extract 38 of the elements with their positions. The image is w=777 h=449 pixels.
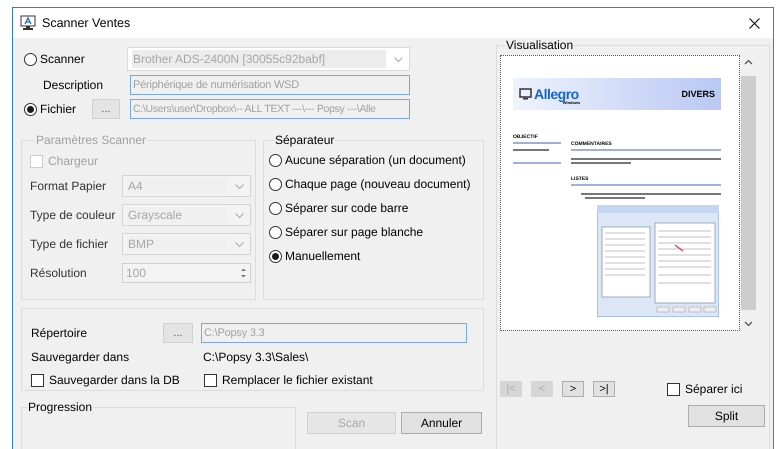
- group-title: Visualisation: [505, 38, 574, 52]
- browse-button[interactable]: ...: [92, 99, 120, 119]
- field-label: Type de fichier: [30, 237, 110, 251]
- separator-radio[interactable]: Séparer sur page blanche: [269, 222, 483, 242]
- save-in-path: C:\Popsy 3.3\Sales\: [203, 350, 308, 364]
- separator-radio[interactable]: Aucune séparation (un document): [269, 150, 483, 170]
- field-label: Type de couleur: [30, 208, 116, 222]
- description-label: Description: [43, 78, 104, 92]
- split-button[interactable]: Split: [688, 405, 765, 427]
- monitor-icon: [519, 88, 532, 100]
- group-title: Paramètres Scanner: [35, 133, 148, 147]
- chevron-down-icon: [235, 242, 244, 246]
- field-label: Format Papier: [30, 179, 108, 193]
- group-title: Séparateur: [274, 133, 336, 147]
- separator-radio[interactable]: Chaque page (nouveau document): [269, 174, 483, 194]
- field-label: Résolution: [30, 266, 88, 280]
- checkbox[interactable]: Séparer ici: [667, 382, 742, 396]
- chevron-down-icon: [394, 56, 403, 62]
- file-radio[interactable]: Fichier: [24, 102, 76, 116]
- scanner-monitor-icon: [20, 15, 36, 31]
- chevron-down-icon: [235, 212, 244, 218]
- window-title: Scanner Ventes: [42, 16, 132, 30]
- group-title: Progression: [27, 400, 94, 414]
- save-in-label: Sauvegarder dans: [31, 350, 130, 364]
- page-nav-button[interactable]: >|: [593, 381, 615, 397]
- separator-radio[interactable]: Séparer sur code barre: [269, 198, 483, 218]
- cancel-button[interactable]: Annuler: [401, 412, 482, 434]
- directory-label: Répertoire: [31, 326, 88, 340]
- checkbox[interactable]: Sauvegarder dans la DB: [31, 373, 180, 387]
- close-icon: [748, 18, 760, 28]
- browse-button[interactable]: ...: [163, 323, 193, 343]
- logo-text: Allegro: [534, 86, 579, 102]
- scanner-radio[interactable]: Scanner: [24, 52, 85, 66]
- checkbox[interactable]: Remplacer le fichier existant: [204, 373, 373, 387]
- document-heading: DIVERS: [681, 89, 715, 99]
- separator-radio[interactable]: Manuellement: [269, 246, 483, 266]
- chevron-down-icon: [235, 184, 244, 188]
- page-nav-button[interactable]: >: [562, 381, 584, 397]
